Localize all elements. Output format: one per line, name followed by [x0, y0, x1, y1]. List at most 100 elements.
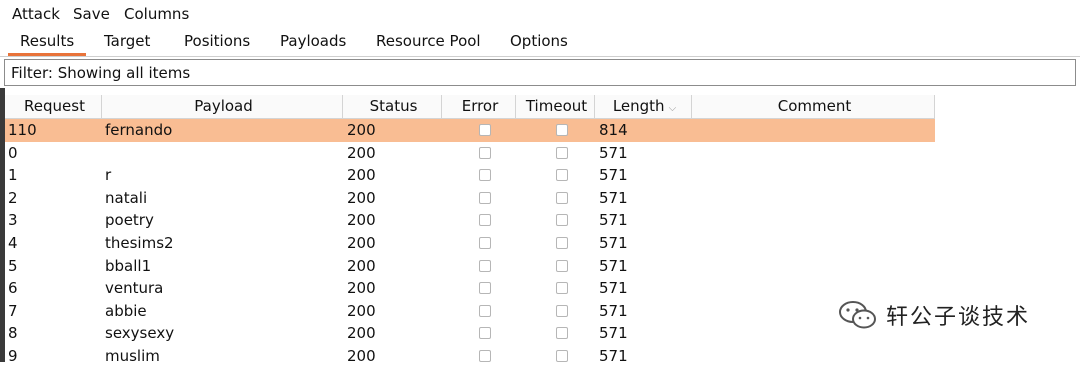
- error-checkbox[interactable]: [479, 282, 491, 295]
- cell-error: [442, 300, 516, 323]
- cell-error: [442, 187, 516, 210]
- table-row[interactable]: 0 200 571: [5, 142, 935, 165]
- tab-options[interactable]: Options: [510, 32, 568, 50]
- cell-payload: ventura: [105, 279, 164, 298]
- cell-error: [442, 345, 516, 368]
- cell-status: 200: [347, 301, 376, 320]
- cell-timeout: [516, 187, 595, 210]
- header-payload[interactable]: Payload: [102, 95, 343, 118]
- tab-payloads[interactable]: Payloads: [280, 32, 346, 50]
- timeout-checkbox[interactable]: [556, 350, 568, 362]
- cell-comment: [692, 277, 935, 300]
- cell-payload: natali: [105, 188, 148, 207]
- table-row[interactable]: 2 natali 200 571: [5, 187, 935, 210]
- error-checkbox[interactable]: [479, 259, 491, 272]
- cell-error: [442, 232, 516, 255]
- error-checkbox[interactable]: [479, 304, 491, 317]
- cell-payload: thesims2: [105, 234, 174, 252]
- timeout-checkbox[interactable]: [556, 304, 568, 317]
- timeout-checkbox[interactable]: [556, 169, 568, 182]
- cell-status: 200: [347, 211, 376, 230]
- cell-request: 3: [8, 211, 18, 230]
- header-request[interactable]: Request: [5, 95, 102, 118]
- cell-status: 200: [347, 143, 376, 162]
- chevron-down-icon: ⌵: [668, 103, 677, 114]
- table-row[interactable]: 6 ventura 200 571: [5, 277, 935, 300]
- watermark-text: 轩公子谈技术: [886, 305, 1031, 330]
- table-row[interactable]: 110 fernando 200 814: [5, 119, 935, 142]
- error-checkbox[interactable]: [479, 124, 491, 136]
- cell-comment: [692, 142, 935, 165]
- error-checkbox[interactable]: [479, 237, 491, 249]
- cell-comment: [692, 209, 935, 232]
- error-checkbox[interactable]: [479, 214, 491, 227]
- cell-request: 2: [8, 188, 18, 207]
- filter-bar[interactable]: Filter: Showing all items: [4, 59, 1076, 86]
- table-row[interactable]: 9 muslim 200 571: [5, 345, 935, 368]
- cell-length: 571: [599, 347, 628, 365]
- header-length[interactable]: Length ⌵: [595, 95, 692, 118]
- cell-length: 571: [599, 301, 628, 320]
- error-checkbox[interactable]: [479, 327, 491, 340]
- table-row[interactable]: 7 abbie 200 571: [5, 300, 935, 323]
- header-timeout[interactable]: Timeout: [516, 95, 595, 118]
- header-comment[interactable]: Comment: [692, 95, 935, 118]
- cell-payload: r: [105, 166, 112, 185]
- cell-payload: bball1: [105, 256, 152, 275]
- cell-length: 571: [599, 234, 628, 252]
- table-row[interactable]: 5 bball1 200 571: [5, 255, 935, 278]
- menu-attack[interactable]: Attack: [12, 5, 60, 23]
- cell-payload: muslim: [105, 347, 160, 365]
- cell-request: 7: [8, 301, 18, 320]
- error-checkbox[interactable]: [479, 146, 491, 159]
- cell-status: 200: [347, 347, 376, 365]
- cell-status: 200: [347, 234, 376, 252]
- cell-error: [442, 277, 516, 300]
- timeout-checkbox[interactable]: [556, 259, 568, 272]
- cell-comment: [692, 119, 935, 142]
- timeout-checkbox[interactable]: [556, 191, 568, 204]
- cell-timeout: [516, 277, 595, 300]
- cell-error: [442, 255, 516, 278]
- cell-status: 200: [347, 166, 376, 185]
- cell-timeout: [516, 209, 595, 232]
- cell-payload: [102, 142, 343, 165]
- tab-positions[interactable]: Positions: [184, 32, 250, 50]
- cell-timeout: [516, 345, 595, 368]
- cell-payload: poetry: [105, 211, 154, 230]
- timeout-checkbox[interactable]: [556, 124, 568, 136]
- cell-timeout: [516, 142, 595, 165]
- header-status[interactable]: Status: [343, 95, 442, 118]
- menu-columns[interactable]: Columns: [124, 5, 189, 23]
- table-row[interactable]: 3 poetry 200 571: [5, 209, 935, 232]
- table-row[interactable]: 4 thesims2 200 571: [5, 232, 935, 255]
- tab-results[interactable]: Results: [7, 32, 87, 56]
- cell-comment: [692, 232, 935, 255]
- cell-request: 5: [8, 256, 18, 275]
- error-checkbox[interactable]: [479, 350, 491, 362]
- tab-target[interactable]: Target: [104, 32, 150, 50]
- error-checkbox[interactable]: [479, 169, 491, 182]
- timeout-checkbox[interactable]: [556, 282, 568, 295]
- tab-resource-pool[interactable]: Resource Pool: [376, 32, 481, 50]
- table-row[interactable]: 1 r 200 571: [5, 164, 935, 187]
- cell-payload: abbie: [105, 301, 147, 320]
- cell-error: [442, 142, 516, 165]
- header-error[interactable]: Error: [442, 95, 516, 118]
- timeout-checkbox[interactable]: [556, 146, 568, 159]
- table-row[interactable]: 8 sexysexy 200 571: [5, 322, 935, 345]
- menu-bar: Attack Save Columns: [0, 0, 1080, 28]
- menu-save[interactable]: Save: [73, 5, 110, 23]
- error-checkbox[interactable]: [479, 191, 491, 204]
- table-header: Request Payload Status Error Timeout Len…: [5, 95, 935, 119]
- timeout-checkbox[interactable]: [556, 214, 568, 227]
- cell-length: 814: [599, 121, 628, 139]
- tab-bar: Results Target Positions Payloads Resour…: [0, 28, 1080, 57]
- timeout-checkbox[interactable]: [556, 327, 568, 340]
- wechat-icon: [839, 301, 876, 329]
- watermark: 轩公子谈技术: [838, 298, 1030, 332]
- cell-timeout: [516, 255, 595, 278]
- cell-payload: sexysexy: [105, 324, 175, 343]
- cell-status: 200: [347, 256, 376, 275]
- timeout-checkbox[interactable]: [556, 237, 568, 249]
